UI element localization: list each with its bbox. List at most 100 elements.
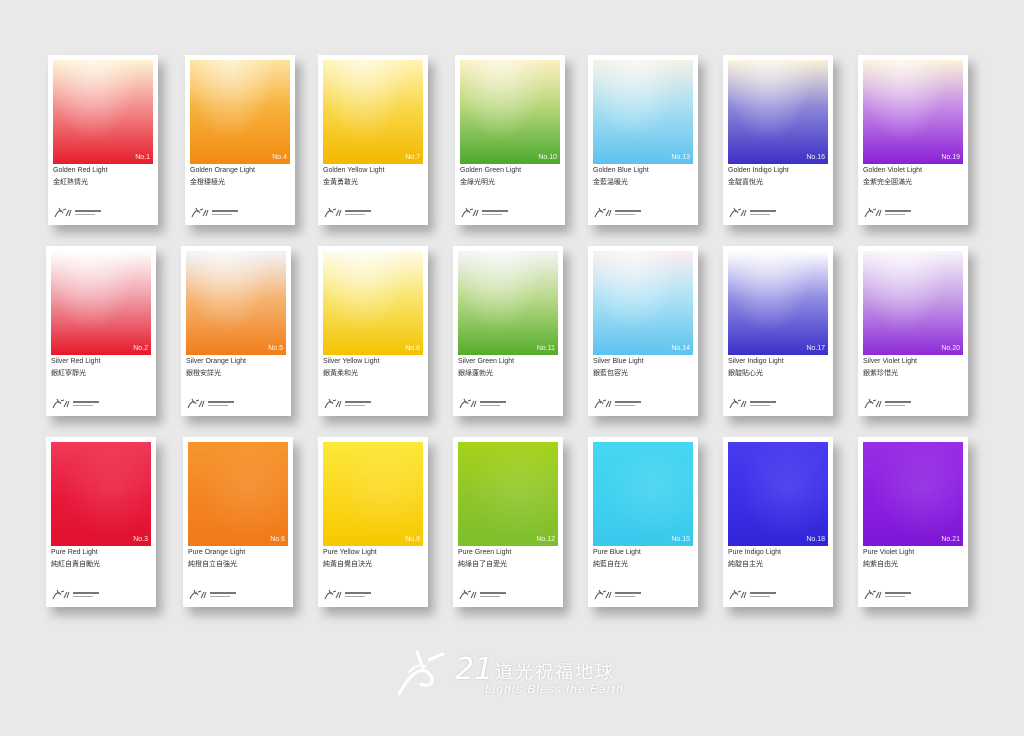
card-logo	[728, 589, 788, 601]
card-logo	[863, 589, 923, 601]
card-name-zh: 純紅自責自勵光	[51, 560, 100, 568]
color-card: No.8 Silver Yellow Light 銀黃柔和光	[318, 246, 428, 416]
card-logo	[593, 589, 653, 601]
card-logo	[458, 398, 518, 410]
color-card: No.13 Golden Blue Light 金藍溫暖光	[588, 55, 698, 225]
card-number: No.3	[133, 536, 148, 543]
color-card: No.7 Golden Yellow Light 金黃勇敢光	[318, 55, 428, 225]
card-name-zh: 銀藍包容光	[593, 369, 628, 377]
card-name-zh: 銀紫珍惜光	[863, 369, 898, 377]
card-name-en: Pure Red Light	[51, 549, 98, 556]
card-number: No.10	[538, 154, 557, 161]
card-name-en: Golden Indigo Light	[728, 167, 789, 174]
card-name-en: Pure Blue Light	[593, 549, 641, 556]
card-logo	[186, 398, 246, 410]
color-card: No.20 Silver Violet Light 銀紫珍惜光	[858, 246, 968, 416]
card-number: No.15	[671, 536, 690, 543]
card-number: No.7	[405, 154, 420, 161]
card-name-zh: 純紫自由光	[863, 560, 898, 568]
card-number: No.13	[671, 154, 690, 161]
card-logo	[460, 207, 520, 219]
color-card: No.3 Pure Red Light 純紅自責自勵光	[46, 437, 156, 607]
card-name-zh: 純黃自覺自決光	[323, 560, 372, 568]
color-card: No.2 Silver Red Light 銀紅寧靜光	[46, 246, 156, 416]
card-name-en: Silver Blue Light	[593, 358, 644, 365]
card-number: No.6	[270, 536, 285, 543]
color-swatch: No.4	[190, 60, 290, 164]
color-card: No.19 Golden Violet Light 金紫完全圓滿光	[858, 55, 968, 225]
card-name-zh: 純綠自了自愛光	[458, 560, 507, 568]
color-card: No.21 Pure Violet Light 純紫自由光	[858, 437, 968, 607]
card-logo	[863, 398, 923, 410]
color-swatch: No.21	[863, 442, 963, 546]
card-logo	[190, 207, 250, 219]
color-card: No.11 Silver Green Light 銀綠蓬勃光	[453, 246, 563, 416]
color-swatch: No.18	[728, 442, 828, 546]
card-logo	[188, 589, 248, 601]
card-logo	[323, 398, 383, 410]
card-name-en: Silver Green Light	[458, 358, 515, 365]
card-name-zh: 金藍溫暖光	[593, 178, 628, 186]
card-number: No.18	[806, 536, 825, 543]
color-swatch: No.8	[323, 251, 423, 355]
card-name-en: Pure Green Light	[458, 549, 512, 556]
card-number: No.8	[405, 345, 420, 352]
card-name-zh: 純藍自在光	[593, 560, 628, 568]
card-name-en: Golden Red Light	[53, 167, 108, 174]
card-name-en: Silver Orange Light	[186, 358, 246, 365]
card-name-en: Silver Violet Light	[863, 358, 917, 365]
card-logo	[458, 589, 518, 601]
card-name-zh: 金橙穩極光	[190, 178, 225, 186]
color-swatch: No.19	[863, 60, 963, 164]
card-name-zh: 銀黃柔和光	[323, 369, 358, 377]
card-name-zh: 銀綠蓬勃光	[458, 369, 493, 377]
color-card: No.18 Pure Indigo Light 純靛自主光	[723, 437, 833, 607]
card-name-en: Golden Green Light	[460, 167, 522, 174]
card-name-en: Silver Indigo Light	[728, 358, 784, 365]
brand-logo: 21 道光祝福地球 Lights Bless the Earth	[395, 642, 635, 704]
card-number: No.17	[806, 345, 825, 352]
color-swatch: No.11	[458, 251, 558, 355]
color-swatch: No.2	[51, 251, 151, 355]
card-number: No.19	[941, 154, 960, 161]
card-logo	[51, 398, 111, 410]
card-logo	[728, 398, 788, 410]
brand-title-en: Lights Bless the Earth	[485, 682, 624, 696]
color-swatch: No.20	[863, 251, 963, 355]
color-swatch: No.16	[728, 60, 828, 164]
card-number: No.1	[135, 154, 150, 161]
card-name-zh: 金綠光明光	[460, 178, 495, 186]
card-logo	[863, 207, 923, 219]
color-card: No.14 Silver Blue Light 銀藍包容光	[588, 246, 698, 416]
card-number: No.9	[405, 536, 420, 543]
color-card: No.10 Golden Green Light 金綠光明光	[455, 55, 565, 225]
card-number: No.2	[133, 345, 148, 352]
card-name-en: Silver Yellow Light	[323, 358, 380, 365]
card-name-en: Pure Violet Light	[863, 549, 915, 556]
color-swatch: No.15	[593, 442, 693, 546]
card-name-zh: 金紅熱情光	[53, 178, 88, 186]
card-number: No.4	[272, 154, 287, 161]
color-swatch: No.6	[188, 442, 288, 546]
card-number: No.14	[671, 345, 690, 352]
card-logo	[323, 589, 383, 601]
card-name-zh: 金紫完全圓滿光	[863, 178, 912, 186]
card-name-en: Silver Red Light	[51, 358, 101, 365]
color-card-grid: No.1 Golden Red Light 金紅熱情光 No.4 Golden …	[0, 0, 1024, 640]
color-card: No.16 Golden Indigo Light 金靛喜悅光	[723, 55, 833, 225]
card-name-en: Golden Blue Light	[593, 167, 649, 174]
card-name-zh: 金黃勇敢光	[323, 178, 358, 186]
card-name-en: Pure Yellow Light	[323, 549, 377, 556]
color-card: No.12 Pure Green Light 純綠自了自愛光	[453, 437, 563, 607]
card-name-en: Pure Indigo Light	[728, 549, 781, 556]
card-number: No.5	[268, 345, 283, 352]
color-swatch: No.13	[593, 60, 693, 164]
card-name-en: Golden Violet Light	[863, 167, 923, 174]
card-number: No.20	[941, 345, 960, 352]
color-swatch: No.10	[460, 60, 560, 164]
color-swatch: No.14	[593, 251, 693, 355]
card-number: No.11	[536, 345, 555, 352]
color-swatch: No.1	[53, 60, 153, 164]
color-swatch: No.17	[728, 251, 828, 355]
color-card: No.15 Pure Blue Light 純藍自在光	[588, 437, 698, 607]
